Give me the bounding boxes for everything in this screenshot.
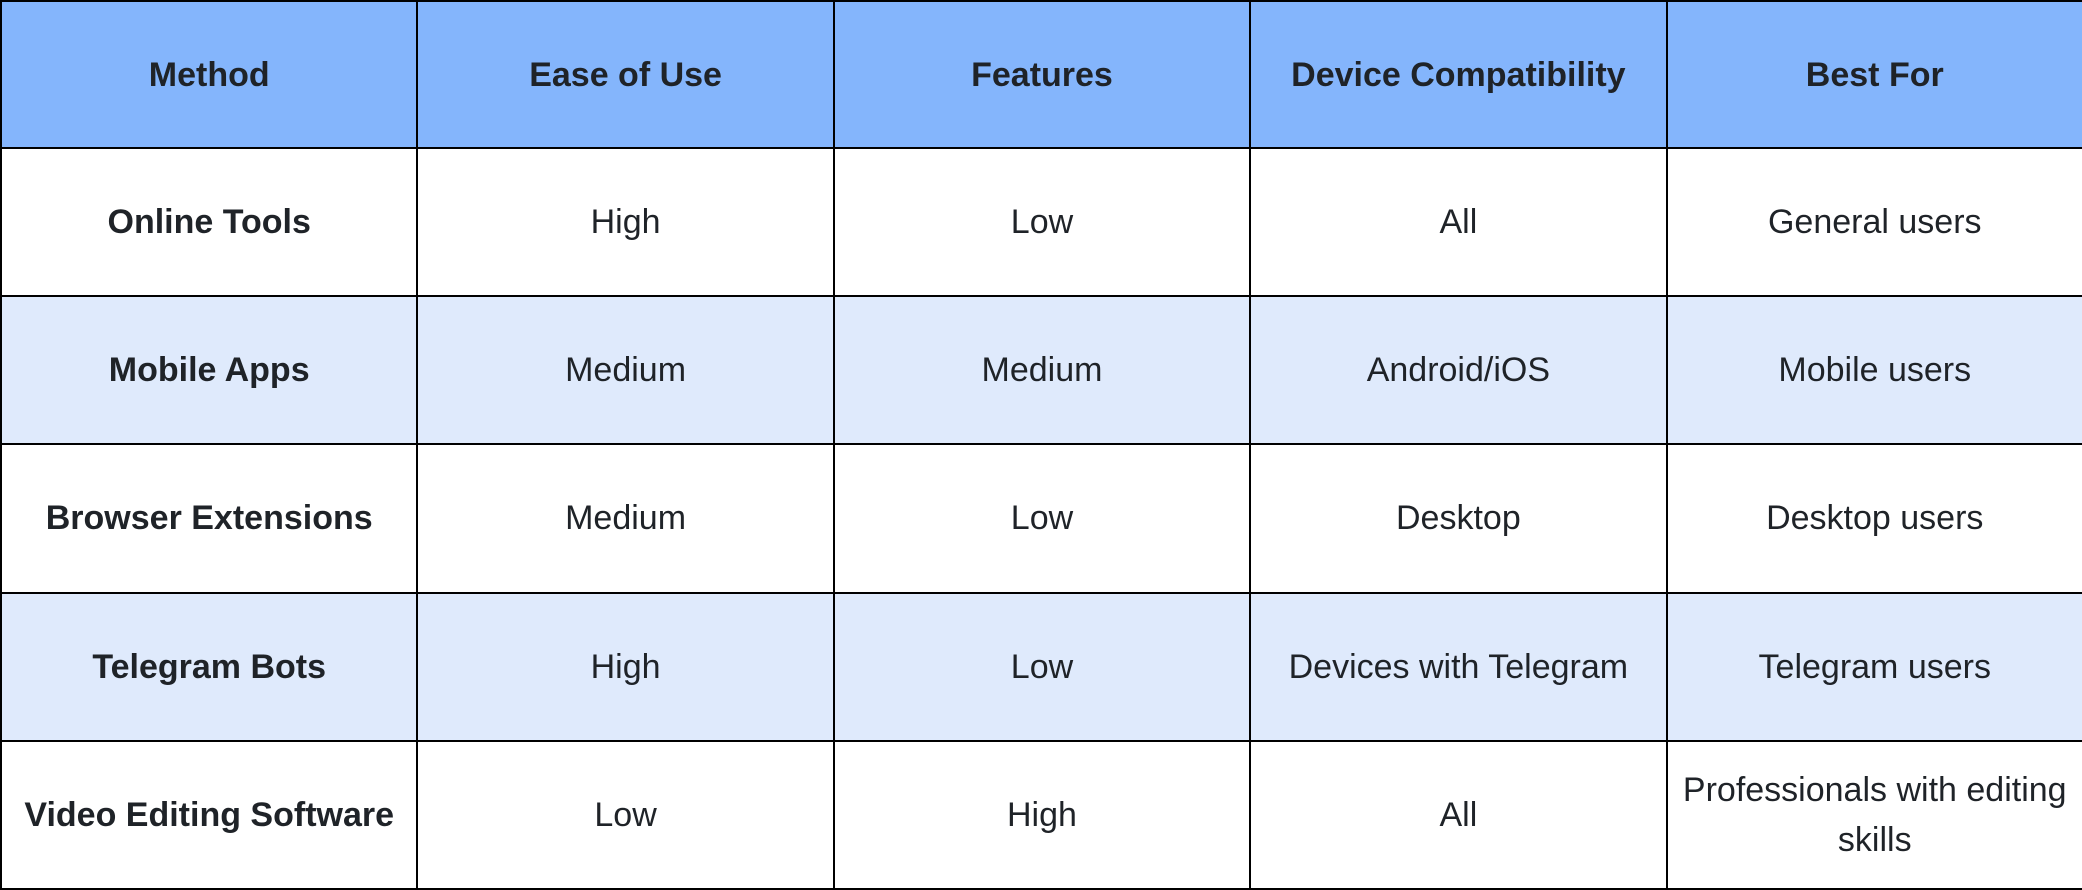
table-row: Video Editing Software Low High All Prof… [0,739,2082,890]
cell-device-compatibility: Android/iOS [1249,295,1668,446]
table-row: Browser Extensions Medium Low Desktop De… [0,443,2082,594]
header-features: Features [832,0,1252,149]
cell-features: Low [832,591,1252,742]
cell-method: Telegram Bots [0,591,419,742]
table-row: Telegram Bots High Low Devices with Tele… [0,591,2082,742]
cell-device-compatibility: All [1249,146,1668,298]
table-body: Online Tools High Low All General users … [0,146,2082,890]
cell-ease-of-use: High [416,146,835,298]
table-row: Online Tools High Low All General users [0,146,2082,298]
cell-method: Video Editing Software [0,739,419,890]
cell-features: Low [832,443,1252,594]
cell-method: Online Tools [0,146,419,298]
cell-method: Mobile Apps [0,295,419,446]
cell-best-for: Mobile users [1665,295,2082,446]
cell-ease-of-use: Medium [416,443,835,594]
cell-features: Medium [832,295,1252,446]
cell-features: High [832,739,1252,890]
header-row: Method Ease of Use Features Device Compa… [0,0,2082,149]
cell-features: Low [832,146,1252,298]
cell-device-compatibility: All [1249,739,1668,890]
header-device-compatibility: Device Compatibility [1249,0,1668,149]
cell-method: Browser Extensions [0,443,419,594]
header-method: Method [0,0,419,149]
cell-best-for: Desktop users [1665,443,2082,594]
header-best-for: Best For [1665,0,2082,149]
cell-device-compatibility: Desktop [1249,443,1668,594]
header-ease-of-use: Ease of Use [416,0,835,149]
table-row: Mobile Apps Medium Medium Android/iOS Mo… [0,295,2082,446]
comparison-table: Method Ease of Use Features Device Compa… [0,0,2082,890]
cell-ease-of-use: Medium [416,295,835,446]
cell-device-compatibility: Devices with Telegram [1249,591,1668,742]
cell-best-for: Professionals with editing skills [1665,739,2082,890]
table-header: Method Ease of Use Features Device Compa… [0,0,2082,149]
cell-best-for: Telegram users [1665,591,2082,742]
cell-ease-of-use: High [416,591,835,742]
cell-best-for: General users [1665,146,2082,298]
cell-ease-of-use: Low [416,739,835,890]
